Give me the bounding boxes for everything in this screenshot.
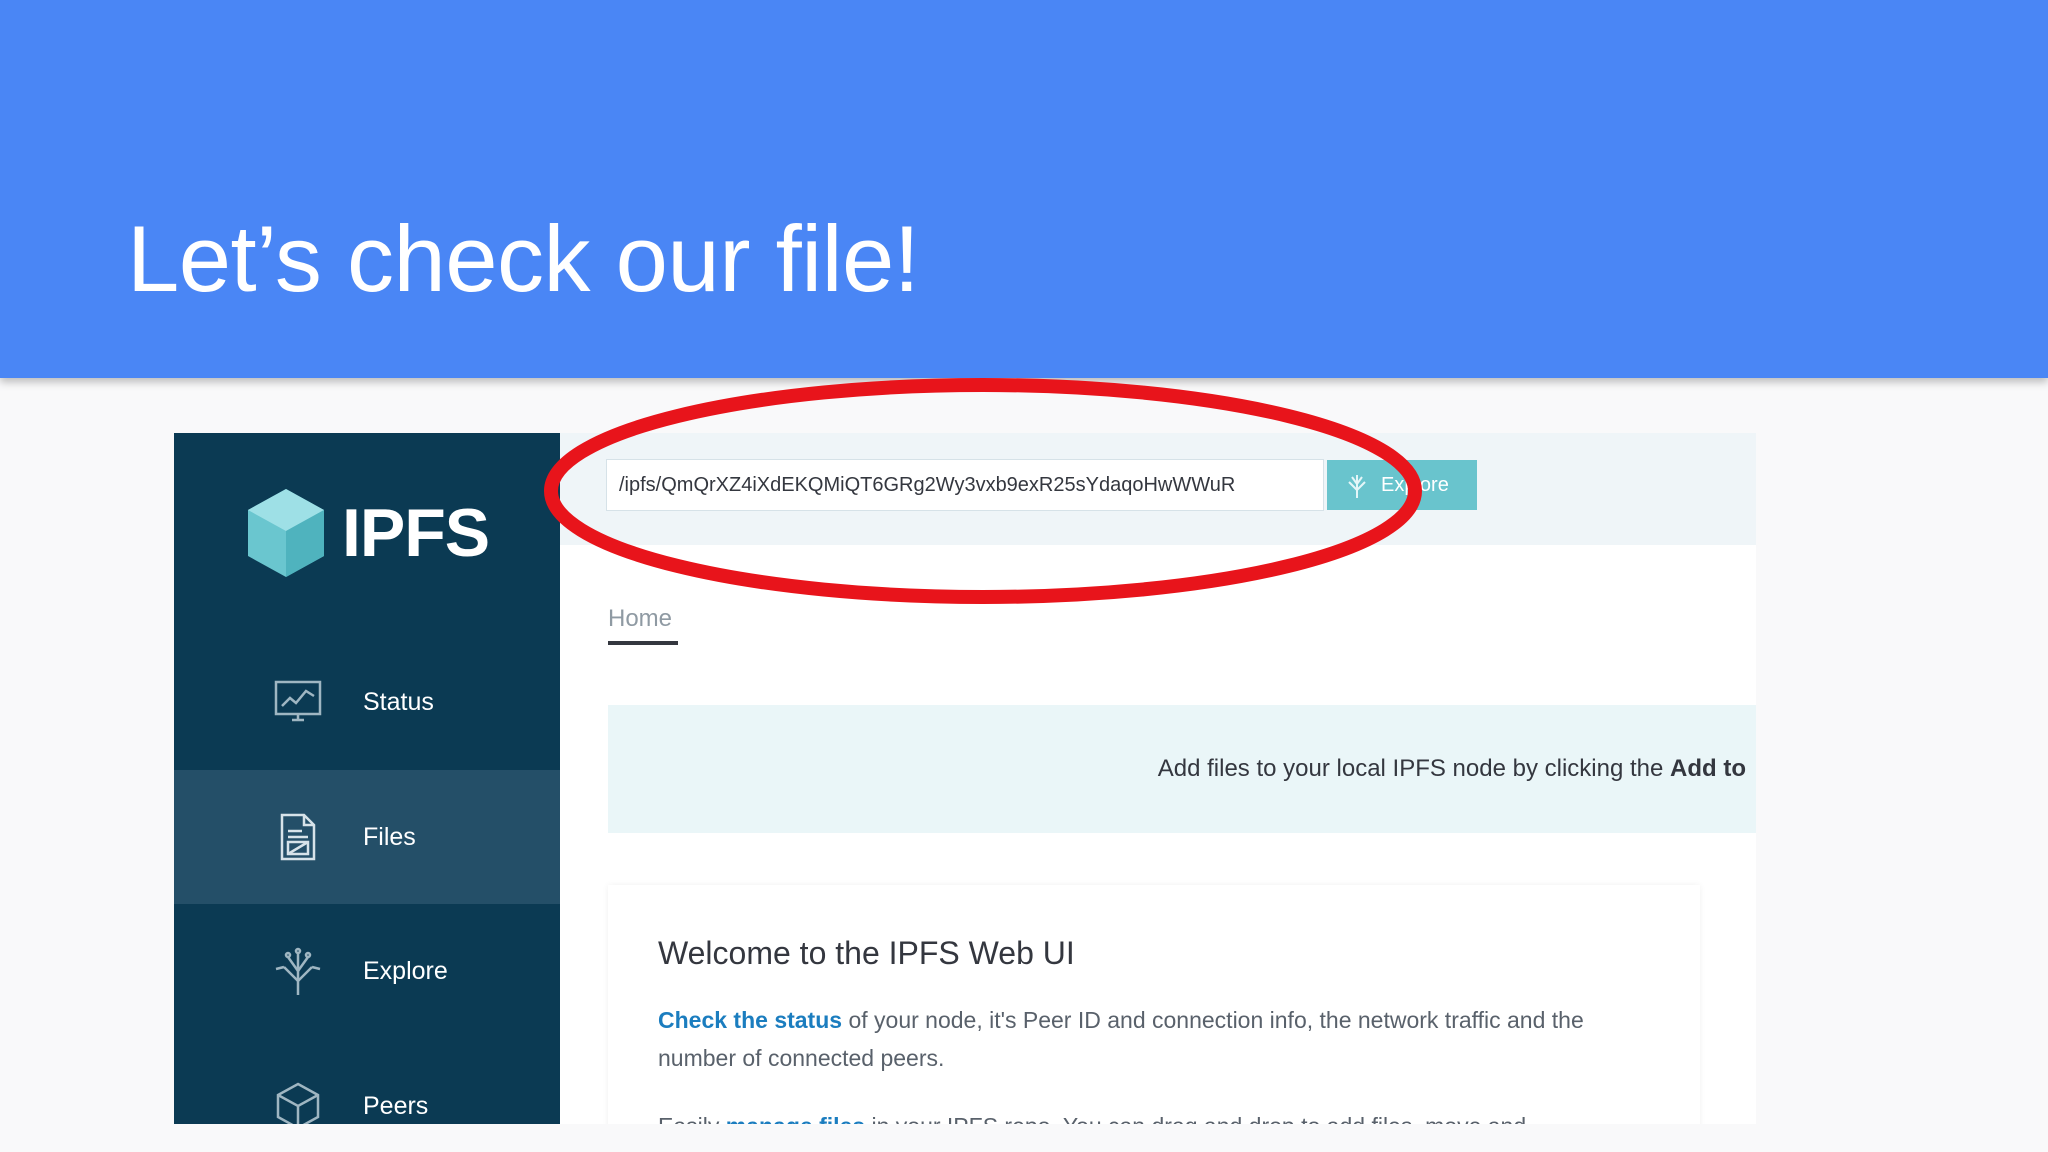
- slide-header: Let’s check our file!: [0, 0, 2048, 378]
- tree-icon: [1348, 475, 1366, 498]
- ipfs-path-input[interactable]: [606, 459, 1324, 511]
- sidebar-item-label: Peers: [363, 1091, 429, 1120]
- sidebar-item-label: Files: [363, 822, 416, 851]
- main-content: Explore Home Add files to your local IPF…: [560, 433, 1756, 1124]
- sidebar-item-label: Explore: [363, 956, 448, 985]
- sidebar-item-label: Status: [363, 687, 434, 716]
- ipfs-webui-screenshot: IPFS Status Files Explore Peers /ipfs/Qm…: [174, 433, 1756, 1124]
- banner-text: Add files to your local IPFS node by cli…: [1158, 755, 1746, 783]
- welcome-p2-text: in your IPFS repo. You can drag and drop…: [865, 1113, 1526, 1124]
- sidebar-item-explore[interactable]: Explore: [174, 904, 560, 1038]
- welcome-paragraph-files: Easily manage files in your IPFS repo. Y…: [658, 1107, 1668, 1124]
- topbar: Explore: [560, 433, 1756, 545]
- sidebar-item-files[interactable]: Files: [174, 770, 560, 904]
- ipfs-logo[interactable]: IPFS: [244, 483, 504, 583]
- sidebar: IPFS Status Files Explore Peers: [174, 433, 560, 1124]
- welcome-card: Welcome to the IPFS Web UI Check the sta…: [608, 885, 1700, 1124]
- welcome-title: Welcome to the IPFS Web UI: [658, 935, 1075, 971]
- cube-icon: [272, 1080, 324, 1124]
- check-status-link[interactable]: Check the status: [658, 1007, 842, 1033]
- welcome-paragraph-status: Check the status of your node, it's Peer…: [658, 1001, 1658, 1077]
- info-banner: Add files to your local IPFS node by cli…: [608, 705, 1756, 833]
- slide-title: Let’s check our file!: [127, 206, 920, 311]
- breadcrumb-home[interactable]: Home: [608, 605, 672, 633]
- tree-icon: [272, 945, 324, 997]
- welcome-p2-prefix: Easily: [658, 1113, 726, 1124]
- monitor-chart-icon: [272, 676, 324, 728]
- manage-files-link[interactable]: manage files: [726, 1113, 865, 1124]
- sidebar-item-status[interactable]: Status: [174, 635, 560, 769]
- ipfs-cube-icon: [248, 489, 324, 577]
- sidebar-item-peers[interactable]: Peers: [174, 1039, 560, 1124]
- banner-text-main: Add files to your local IPFS node by cli…: [1157, 755, 1671, 782]
- breadcrumb-underline: [608, 641, 678, 645]
- banner-text-bold: Add to: [1670, 755, 1746, 782]
- logo-text: IPFS: [342, 495, 490, 571]
- explore-button[interactable]: Explore: [1327, 460, 1477, 510]
- document-icon: [272, 811, 324, 863]
- explore-button-label: Explore: [1381, 473, 1449, 496]
